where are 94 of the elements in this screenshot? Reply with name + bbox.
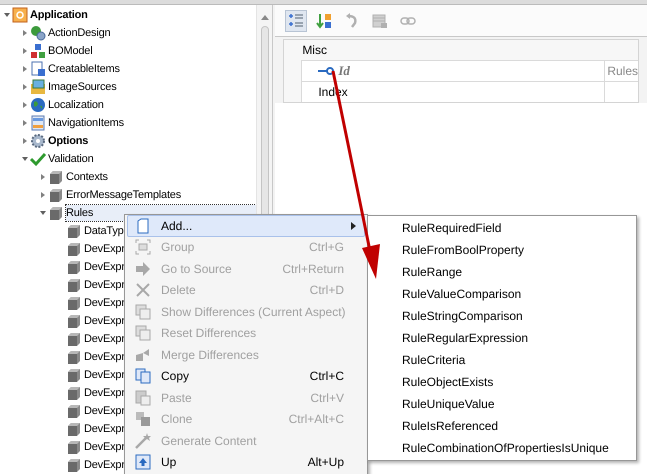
cube-icon	[66, 223, 82, 239]
expand-caret-icon[interactable]	[21, 119, 29, 127]
property-value[interactable]: Rules	[607, 62, 638, 80]
toolbar-button[interactable]	[285, 10, 308, 32]
tree-item[interactable]: DevExpr	[84, 295, 125, 311]
tree-item[interactable]: DevExpr	[84, 385, 125, 401]
cube-icon	[66, 349, 82, 365]
cube-icon	[66, 259, 82, 275]
submenu-item[interactable]: RuleObjectExists	[402, 371, 494, 393]
submenu-item[interactable]: RuleValueComparison	[402, 283, 522, 305]
tree-item[interactable]: ErrorMessageTemplates	[66, 187, 182, 203]
expand-caret-icon[interactable]	[39, 173, 47, 181]
tree-item[interactable]: Application	[30, 7, 88, 23]
submenu-item[interactable]: RuleCombinationOfPropertiesIsUnique	[402, 437, 609, 459]
cube-icon	[66, 295, 82, 311]
cube-icon	[48, 169, 64, 185]
table-icon	[372, 12, 388, 28]
submenu-item[interactable]: RuleRange	[402, 261, 462, 283]
tree-item[interactable]: DevExpr	[84, 457, 125, 473]
tree-item[interactable]: CreatableItems	[48, 61, 120, 77]
document-icon	[30, 61, 46, 77]
expand-caret-icon[interactable]	[39, 191, 47, 199]
tree-item[interactable]: DevExpr	[84, 349, 125, 365]
cube-icon	[48, 205, 64, 221]
tree-item[interactable]: DevExpr	[84, 241, 125, 257]
menu-item[interactable]: Add...	[127, 215, 365, 236]
collapse-caret-icon[interactable]	[39, 209, 47, 217]
tree-item[interactable]: DataTyp	[84, 223, 124, 239]
submenu-item[interactable]: RuleRequiredField	[402, 217, 502, 239]
globe-icon	[30, 97, 46, 113]
cube-icon	[66, 331, 82, 347]
settings-icon	[30, 133, 46, 149]
wand-icon	[135, 432, 151, 449]
copy-icon	[135, 368, 151, 384]
expand-caret-icon[interactable]	[21, 29, 29, 37]
tree-item[interactable]: ImageSources	[48, 79, 117, 95]
menu-item[interactable]: Up Alt+Up	[127, 452, 365, 473]
merge-icon	[135, 346, 151, 363]
cube-icon	[66, 421, 82, 437]
checkmark-icon	[30, 151, 46, 167]
tree-item[interactable]: DevExpr	[84, 259, 125, 275]
cube-icon	[48, 187, 64, 203]
submenu-item[interactable]: RuleStringComparison	[402, 305, 523, 327]
right-arrow-icon	[135, 260, 151, 277]
tree-item[interactable]: Contexts	[66, 169, 108, 185]
collapse-caret-icon[interactable]	[3, 11, 11, 19]
tree-item[interactable]: DevExpr	[84, 313, 125, 329]
cube-icon	[66, 457, 82, 473]
cube-icon	[66, 241, 82, 257]
tree-item[interactable]: DevExpr	[84, 367, 125, 383]
cube-icon	[66, 313, 82, 329]
delete-icon	[135, 282, 151, 298]
cube-icon	[66, 385, 82, 401]
expand-caret-icon[interactable]	[21, 83, 29, 91]
picture-folder-icon	[30, 79, 46, 95]
tree-item[interactable]: DevExpr	[84, 439, 125, 455]
tree-item[interactable]: DevExpr	[84, 403, 125, 419]
xml-document-icon	[135, 304, 151, 320]
category-label: Misc	[302, 42, 327, 59]
expand-caret-icon[interactable]	[21, 65, 29, 73]
list-panel-icon	[30, 115, 46, 131]
tree-item[interactable]: Options	[48, 133, 88, 149]
tree-item[interactable]: ActionDesign	[48, 25, 110, 41]
blocks-icon	[30, 43, 46, 59]
cube-icon	[66, 277, 82, 293]
property-name[interactable]: Id	[338, 61, 350, 81]
tree-item[interactable]: NavigationItems	[48, 115, 124, 131]
tree-item[interactable]: Localization	[48, 97, 104, 113]
cube-icon	[66, 367, 82, 383]
scroll-up-icon[interactable]	[260, 15, 269, 20]
tree-item[interactable]: DevExpr	[84, 277, 125, 293]
expand-caret-icon[interactable]	[21, 47, 29, 55]
tree-item[interactable]: DevExpr	[84, 331, 125, 347]
menu-item[interactable]: Copy Ctrl+C	[127, 366, 365, 387]
collapse-caret-icon[interactable]	[21, 155, 29, 163]
page-icon	[135, 218, 151, 234]
cube-icon	[66, 403, 82, 419]
cube-icon	[66, 439, 82, 455]
submenu-item[interactable]: RuleRegularExpression	[402, 327, 528, 349]
categorized-icon	[288, 12, 304, 28]
group-icon	[135, 239, 151, 256]
expand-caret-icon[interactable]	[21, 137, 29, 145]
xml-document-icon	[135, 325, 151, 342]
submenu-item[interactable]: RuleUniqueValue	[402, 393, 495, 415]
paste-icon	[135, 390, 151, 406]
sort-icon	[316, 12, 332, 28]
submenu-item[interactable]: RuleCriteria	[402, 349, 466, 371]
clone-icon	[135, 411, 151, 428]
tree-item[interactable]: DevExpr	[84, 421, 125, 437]
submenu-item[interactable]: RuleFromBoolProperty	[402, 239, 524, 261]
expand-caret-icon[interactable]	[21, 101, 29, 109]
tree-item[interactable]: BOModel	[48, 43, 92, 59]
submenu-item[interactable]: RuleIsReferenced	[402, 415, 498, 437]
tree-item[interactable]: Validation	[48, 151, 94, 167]
